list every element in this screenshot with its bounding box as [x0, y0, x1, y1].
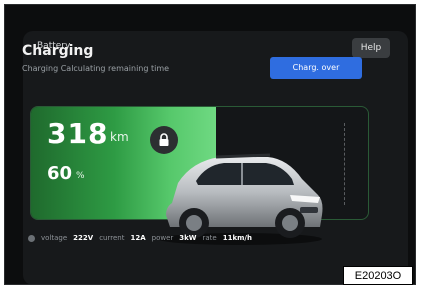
charging-over-button[interactable]: Charg. over [270, 57, 362, 79]
figure-code: E20203O [343, 266, 413, 285]
battery-percent-unit: % [76, 171, 85, 181]
charging-status-title: Charging [22, 43, 94, 59]
info-icon [28, 234, 35, 242]
voltage-value: 222V [73, 234, 94, 242]
rate-value: 11km/h [222, 234, 252, 242]
battery-limit-marker [344, 123, 345, 205]
power-label: power [151, 234, 174, 242]
charging-info-bar: voltage 222V current 12A power 3kW rate … [28, 231, 252, 245]
battery-percent-value: 60 [47, 163, 73, 184]
charging-status-subtitle: Charging Calculating remaining time [22, 64, 170, 73]
power-value: 3kW [179, 234, 197, 242]
help-button[interactable]: Help [352, 38, 390, 58]
voltage-label: voltage [41, 234, 68, 242]
rate-label: rate [202, 234, 217, 242]
range-unit: km [110, 130, 129, 144]
current-value: 12A [130, 234, 146, 242]
range-value: 318 [47, 117, 109, 150]
current-label: current [99, 234, 125, 242]
